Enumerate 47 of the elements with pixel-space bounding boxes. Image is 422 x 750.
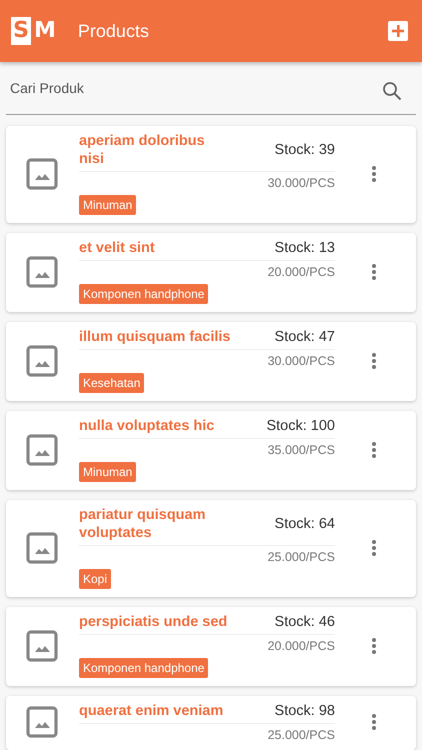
stock-count: Stock: 46: [274, 614, 335, 630]
category-tag: Kesehatan: [79, 373, 144, 393]
product-name: nulla voluptates hic: [79, 417, 216, 435]
product-card[interactable]: pariatur quisquam voluptates Stock: 64 25.000/PCS Kopi: [6, 500, 416, 597]
price: 35.000/PCS: [266, 443, 335, 457]
image-icon: [26, 630, 58, 662]
price: 25.000/PCS: [266, 550, 335, 564]
category-tag: Komponen handphone: [79, 658, 208, 678]
stock-count: Stock: 100: [266, 418, 335, 434]
stock-count: Stock: 13: [274, 240, 335, 256]
product-name: perspiciatis unde sed: [79, 613, 228, 631]
product-card[interactable]: quaerat enim veniam Stock: 98 25.000/PCS: [6, 696, 416, 750]
price: 20.000/PCS: [266, 639, 335, 653]
stock-count: Stock: 39: [274, 142, 335, 158]
search-icon[interactable]: [382, 81, 402, 101]
search-field[interactable]: Cari Produk: [6, 80, 382, 96]
image-icon: [26, 158, 58, 190]
image-icon: [26, 256, 58, 288]
product-card[interactable]: perspiciatis unde sed Stock: 46 20.000/PCS Komponen handphone: [6, 607, 416, 686]
stock-count: Stock: 98: [274, 703, 335, 719]
image-icon: [26, 532, 58, 564]
category-tag: Minuman: [79, 195, 136, 215]
logo-letter: M: [34, 17, 56, 45]
product-card[interactable]: aperiam doloribus nisi Stock: 39 30.000/PCS Minuman: [6, 126, 416, 223]
price: 20.000/PCS: [266, 265, 335, 279]
stock-count: Stock: 64: [274, 516, 335, 532]
price: 30.000/PCS: [266, 176, 335, 190]
logo-letter: S: [11, 17, 31, 45]
product-name: aperiam doloribus nisi: [79, 132, 206, 168]
product-card[interactable]: nulla voluptates hic Stock: 100 35.000/PCS Minuman: [6, 411, 416, 490]
stock-count: Stock: 47: [274, 329, 335, 345]
category-tag: Minuman: [79, 462, 136, 482]
add-icon[interactable]: [388, 21, 408, 41]
category-tag: Kopi: [79, 569, 112, 589]
product-name: et velit sint: [79, 239, 156, 257]
image-icon: [26, 434, 58, 466]
product-card[interactable]: illum quisquam facilis Stock: 47 30.000/PCS Kesehatan: [6, 322, 416, 401]
category-tag: Komponen handphone: [79, 284, 208, 304]
price: 30.000/PCS: [266, 354, 335, 368]
price: 25.000/PCS: [266, 728, 335, 742]
product-card[interactable]: et velit sint Stock: 13 20.000/PCS Komponen handphone: [6, 233, 416, 312]
product-name: pariatur quisquam voluptates: [79, 506, 206, 542]
image-icon: [26, 344, 58, 376]
product-name: illum quisquam facilis: [79, 328, 232, 346]
product-name: quaerat enim veniam: [79, 702, 224, 720]
app-title: Products: [78, 20, 150, 42]
image-icon: [26, 706, 58, 738]
